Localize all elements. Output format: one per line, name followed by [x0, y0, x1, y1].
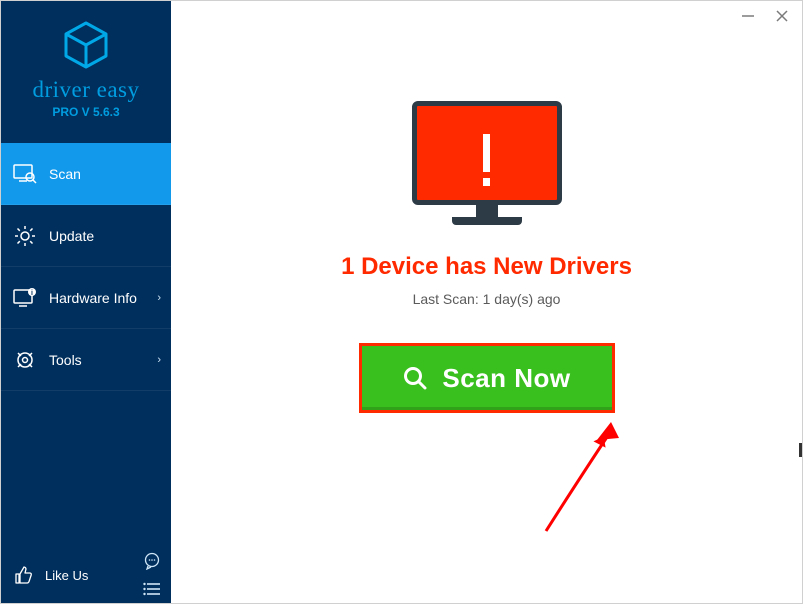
monitor-search-icon	[13, 162, 37, 186]
like-us-label[interactable]: Like Us	[45, 568, 88, 583]
thumbs-up-icon	[13, 564, 35, 586]
monitor-alert-icon	[412, 101, 562, 225]
sidebar-bottom: Like Us	[1, 547, 171, 603]
headline-text: 1 Device has New Drivers	[341, 253, 632, 281]
minimize-button[interactable]	[738, 9, 758, 26]
sidebar-item-label: Tools	[49, 352, 82, 368]
brand-name: driver easy	[32, 77, 139, 103]
chat-bubble-icon[interactable]	[143, 552, 161, 570]
menu-list-icon[interactable]	[143, 580, 161, 598]
last-scan-text: Last Scan: 1 day(s) ago	[413, 291, 561, 307]
svg-text:i: i	[31, 290, 33, 297]
main-content: 1 Device has New Drivers Last Scan: 1 da…	[171, 1, 802, 603]
scan-now-button[interactable]: Scan Now	[359, 343, 615, 413]
brand-block: driver easy PRO V 5.6.3	[1, 1, 171, 133]
sidebar-item-label: Scan	[49, 166, 81, 182]
tools-icon	[13, 348, 37, 372]
logo-icon	[60, 19, 112, 71]
edge-mark	[799, 443, 802, 457]
sidebar: driver easy PRO V 5.6.3 Scan	[1, 1, 171, 603]
annotation-arrow-icon	[531, 416, 641, 536]
sidebar-item-tools[interactable]: Tools ›	[1, 329, 171, 391]
sidebar-item-scan[interactable]: Scan	[1, 143, 171, 205]
sidebar-item-label: Hardware Info	[49, 290, 137, 306]
gear-icon	[13, 224, 37, 248]
close-button[interactable]	[772, 9, 792, 26]
chevron-right-icon: ›	[157, 292, 161, 304]
window-controls	[738, 9, 792, 26]
search-icon	[402, 365, 428, 391]
hardware-info-icon: i	[13, 286, 37, 310]
brand-version: PRO V 5.6.3	[52, 105, 119, 119]
chevron-right-icon: ›	[157, 354, 161, 366]
sidebar-nav: Scan Update	[1, 143, 171, 391]
scan-now-label: Scan Now	[442, 363, 570, 394]
sidebar-item-hardware-info[interactable]: i Hardware Info ›	[1, 267, 171, 329]
sidebar-item-update[interactable]: Update	[1, 205, 171, 267]
sidebar-item-label: Update	[49, 228, 94, 244]
